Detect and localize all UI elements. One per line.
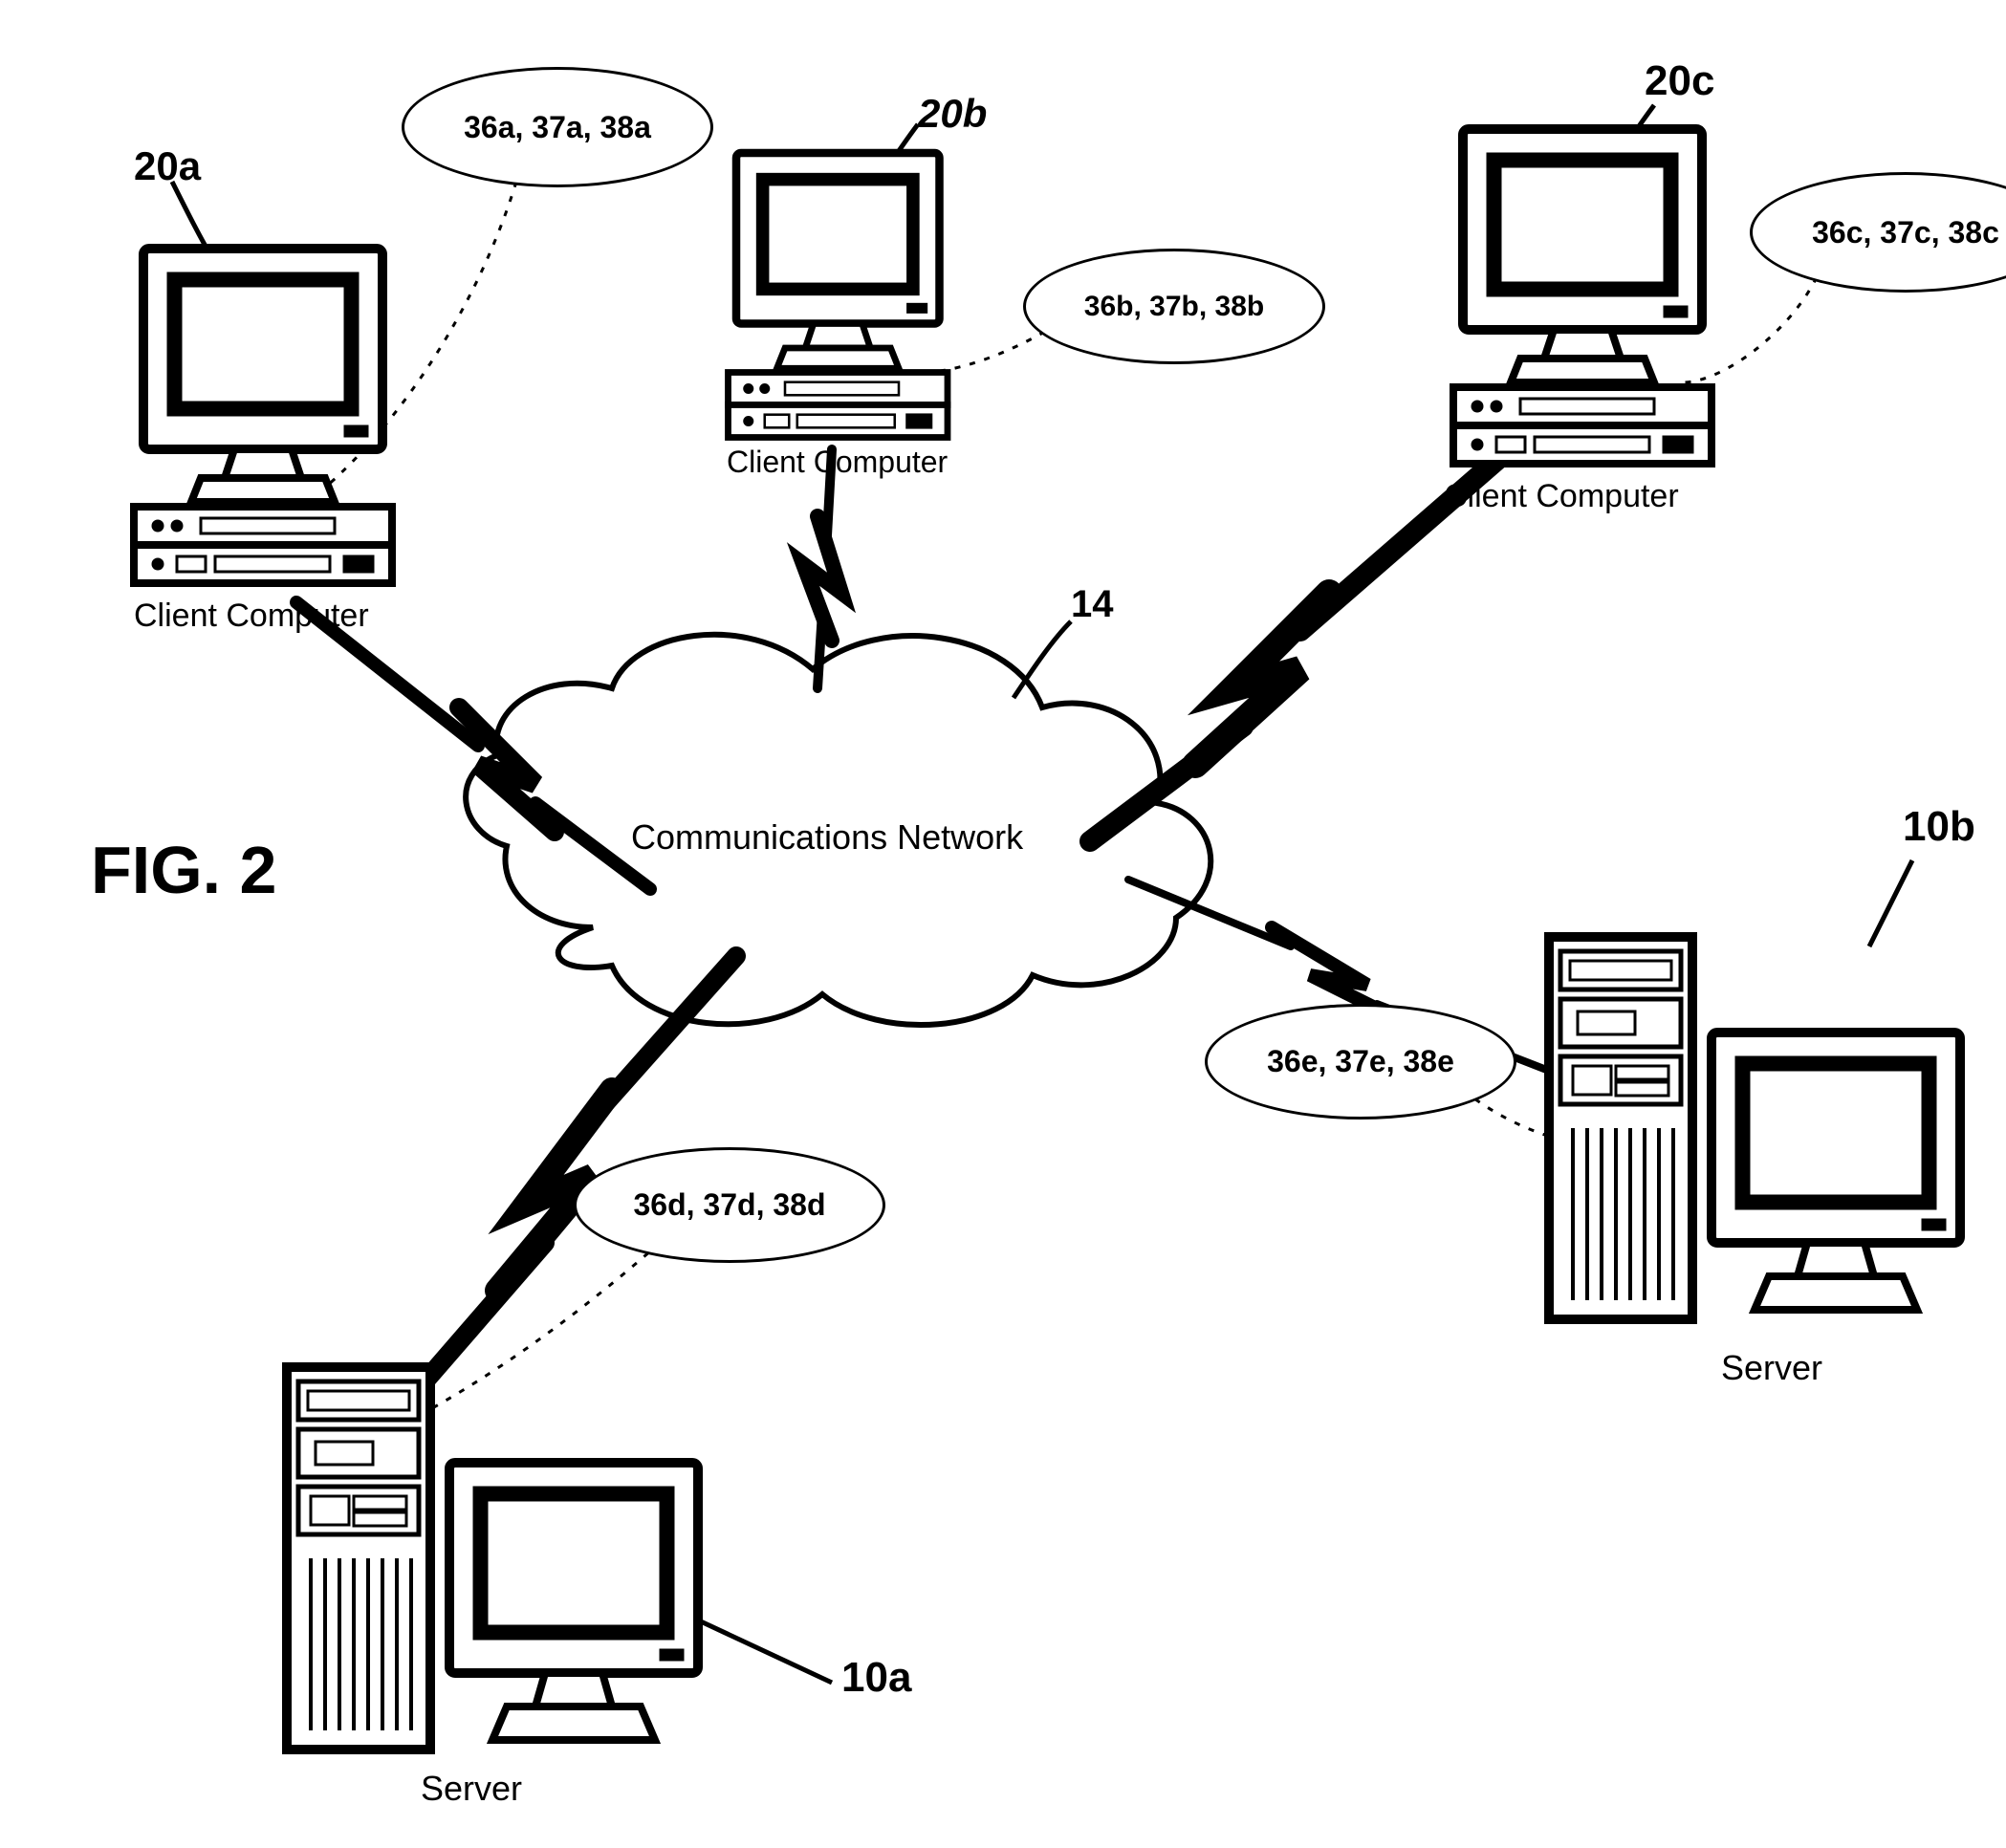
- caption-server-a: Server: [421, 1769, 522, 1809]
- bubble-b: 36b, 37b, 38b: [1023, 249, 1325, 364]
- figure-title: FIG. 2: [91, 832, 276, 908]
- ref-client-a: 20a: [134, 143, 201, 189]
- leader-14: [1014, 621, 1071, 698]
- bubble-c: 36c, 37c, 38c: [1750, 172, 2006, 293]
- leader-10b: [1869, 860, 1912, 946]
- caption-cloud: Communications Network: [631, 817, 1023, 858]
- ref-server-b: 10b: [1903, 803, 1975, 851]
- caption-client-c: Client Computer: [1444, 478, 1679, 515]
- leader-10a: [688, 1616, 832, 1683]
- ref-server-a: 10a: [841, 1654, 911, 1702]
- ref-cloud: 14: [1071, 583, 1114, 626]
- caption-client-b: Client Computer: [727, 445, 948, 480]
- leader-20c: [1621, 105, 1654, 153]
- server-a-icon: [0, 0, 2006, 1848]
- leader-20b: [884, 124, 918, 172]
- diagram-stage: FIG. 2 20a 20b 20c 10a 10b 14 Client Com…: [0, 0, 2006, 1848]
- bubble-d: 36d, 37d, 38d: [574, 1147, 885, 1263]
- bubble-e: 36e, 37e, 38e: [1205, 1004, 1516, 1120]
- client-a-icon: [0, 0, 2006, 1848]
- ref-client-b: 20b: [918, 91, 987, 137]
- client-c-icon: [0, 0, 2006, 1848]
- connections-layer: [0, 0, 2006, 1848]
- link-client-a: [296, 602, 650, 889]
- bubble-a: 36a, 37a, 38a: [402, 67, 713, 187]
- server-b-icon: [0, 0, 2006, 1848]
- caption-server-b: Server: [1721, 1348, 1822, 1388]
- dotted-leaders: [325, 182, 1817, 1424]
- caption-client-a: Client Computer: [134, 598, 369, 635]
- leader-20a: [172, 182, 215, 263]
- ref-client-c: 20c: [1645, 57, 1714, 105]
- link-client-b: [803, 449, 841, 688]
- client-b-icon: [0, 0, 2006, 1848]
